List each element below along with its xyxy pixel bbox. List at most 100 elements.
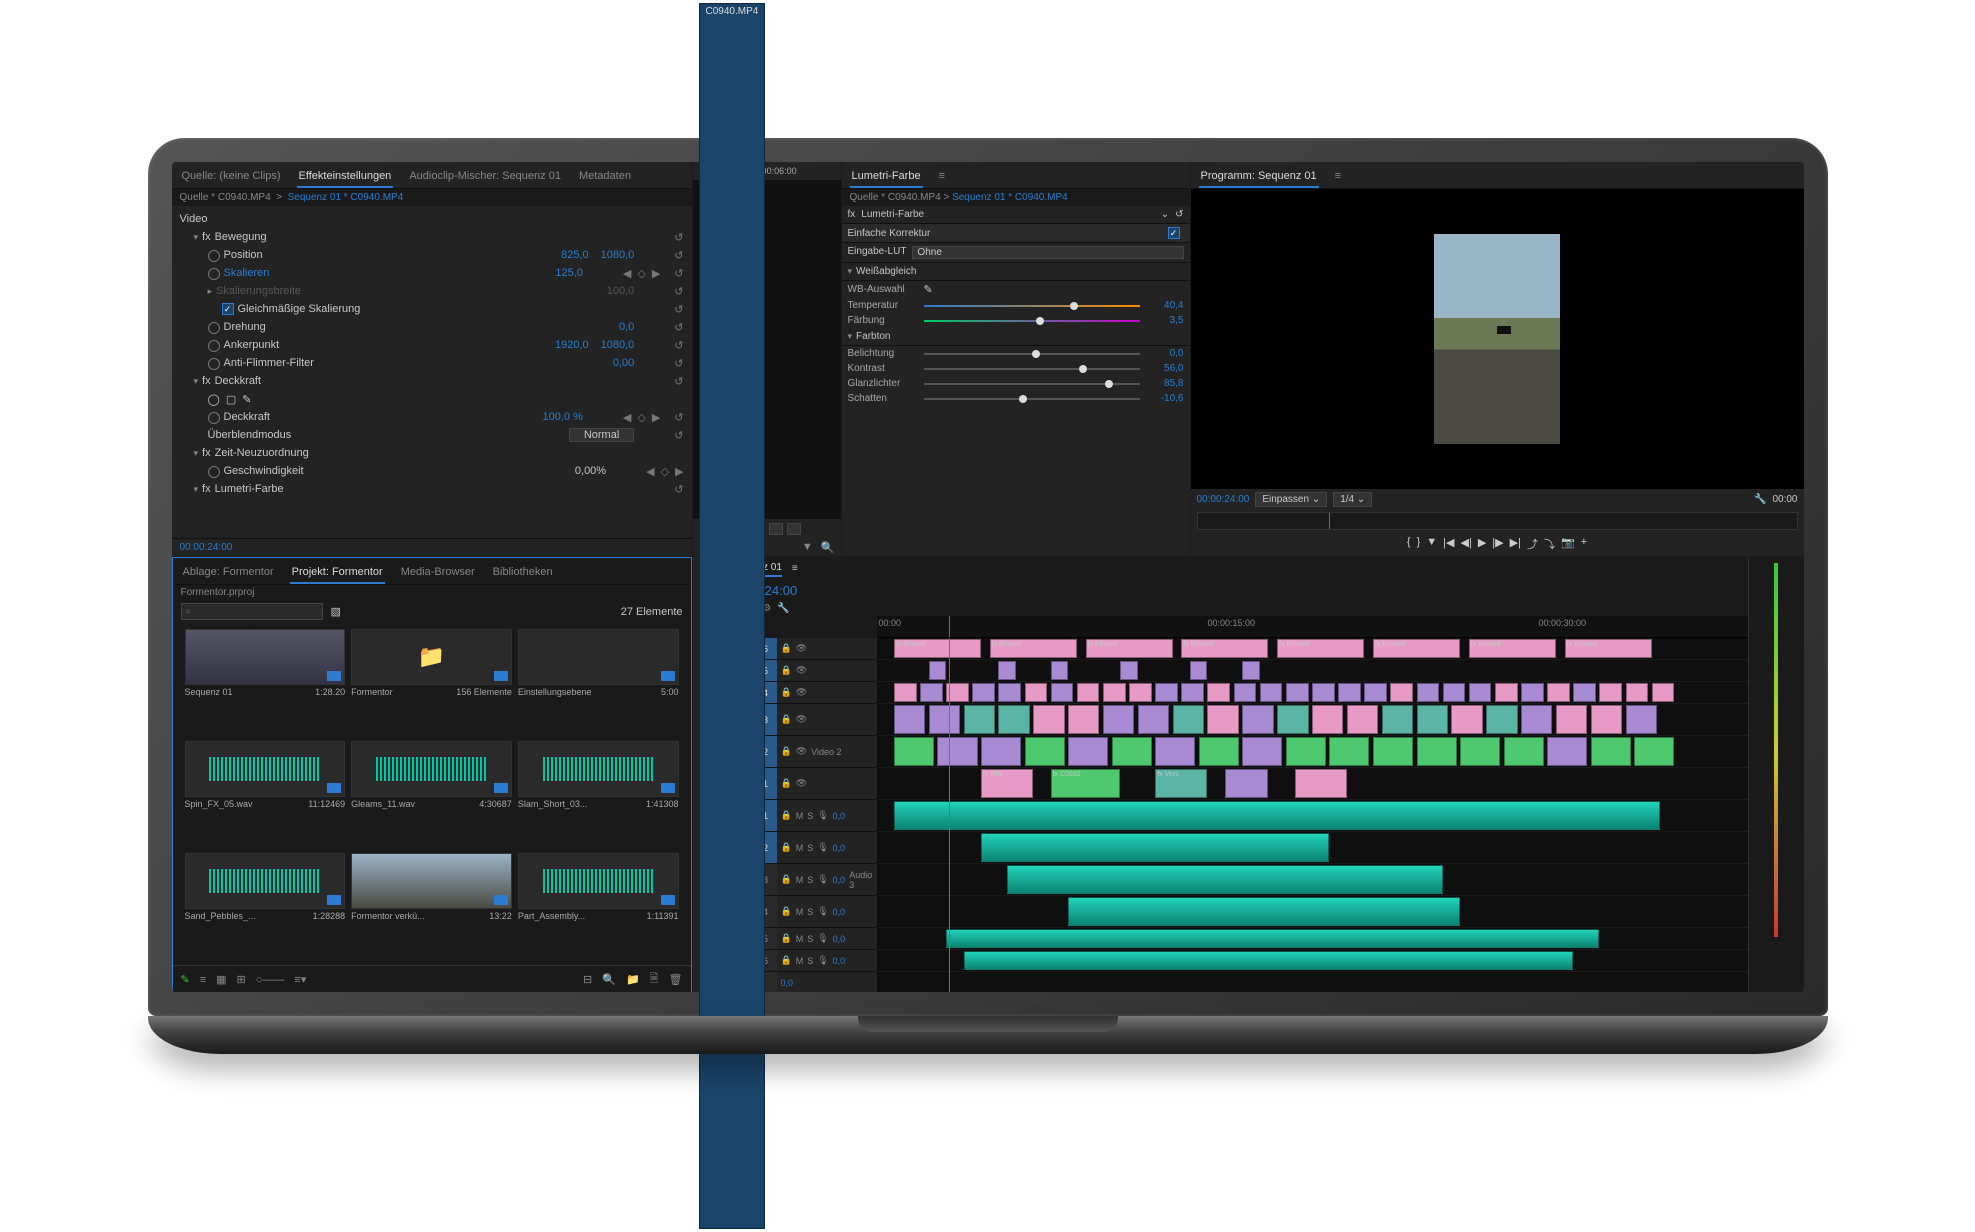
new-bin-icon[interactable]: 📁 [626, 973, 640, 986]
timeline-clip[interactable] [1521, 705, 1552, 734]
tab-effect-controls[interactable]: Effekteinstellungen [297, 166, 394, 188]
timeline-clip[interactable] [1025, 737, 1065, 766]
timeline-clip[interactable]: fx C0932 [1051, 769, 1121, 798]
playhead[interactable] [949, 616, 950, 637]
tab-source[interactable]: Quelle: (keine Clips) [180, 166, 283, 188]
timeline-clip[interactable] [1181, 683, 1204, 702]
timeline-clip[interactable] [920, 683, 943, 702]
timeline-clip[interactable] [981, 833, 1329, 862]
add-marker-icon[interactable]: ▼ [1426, 536, 1437, 552]
timeline-clip[interactable] [1486, 705, 1517, 734]
export-frame-icon[interactable]: 📷 [1561, 536, 1575, 552]
project-bin[interactable]: Gleams_11.wav4:30687 [351, 741, 512, 847]
timeline-clip[interactable] [1286, 683, 1309, 702]
timeline-clip[interactable] [1112, 737, 1152, 766]
tab-bin[interactable]: Ablage: Formentor [181, 562, 276, 584]
tab-lumetri[interactable]: Lumetri-Farbe [850, 166, 923, 188]
project-bin[interactable]: Sequenz 011:28.20 [185, 629, 346, 735]
timeline-clip[interactable] [1286, 737, 1326, 766]
timeline-clip[interactable]: fx Vers [1155, 769, 1207, 798]
timeline-clip[interactable]: fx Einstell [1086, 639, 1173, 658]
fx-zeit[interactable]: fx Zeit-Neuzuordnung [180, 444, 684, 462]
lift-icon[interactable]: ⤴ [1527, 536, 1538, 552]
reset-icon[interactable]: ↺ [1175, 209, 1183, 220]
timeline-clip[interactable] [1591, 705, 1622, 734]
timeline-clip[interactable] [1364, 683, 1387, 702]
fx-lumetri-row[interactable]: fx Lumetri-Farbe↺ [180, 480, 684, 498]
timeline-clip[interactable] [1103, 683, 1126, 702]
timeline-clip[interactable]: fx Einstell [1277, 639, 1364, 658]
timeline-clip[interactable] [1347, 705, 1378, 734]
ellipse-mask-icon[interactable]: ◯ [208, 393, 220, 406]
timeline-clip[interactable] [1460, 737, 1500, 766]
prop-position[interactable]: Position825,01080,0↺ [180, 246, 684, 264]
project-bin[interactable]: 📁Formentor156 Elemente [351, 629, 512, 735]
timeline-clip[interactable] [1382, 705, 1413, 734]
timeline-clip[interactable] [1652, 683, 1675, 702]
section-toggle[interactable]: ✓ [1168, 227, 1180, 239]
timeline-clip[interactable] [998, 683, 1021, 702]
timeline-clip[interactable] [1129, 683, 1152, 702]
timeline-clip[interactable] [1025, 683, 1048, 702]
btn-plus-icon[interactable]: + [1581, 536, 1587, 552]
timeline-clip[interactable] [1417, 683, 1440, 702]
list-view-icon[interactable]: ≡ [200, 974, 206, 986]
srcmon-btn4[interactable] [787, 523, 801, 535]
timeline-clip[interactable] [1199, 737, 1239, 766]
program-ruler[interactable] [1197, 512, 1798, 530]
timeline-clip[interactable] [1547, 683, 1570, 702]
auto-seq-icon[interactable]: ⊟ [583, 973, 592, 986]
tab-project[interactable]: Projekt: Formentor [290, 562, 385, 584]
timeline-clip[interactable]: fx Einstell [894, 639, 981, 658]
timeline-clip[interactable] [1242, 705, 1273, 734]
tab-metadata[interactable]: Metadaten [577, 166, 633, 188]
checkbox-icon[interactable]: ✓ [222, 303, 234, 315]
timeline-clip[interactable] [1547, 737, 1587, 766]
source-sequence-link[interactable]: Sequenz 01 * C0940.MP4 [288, 192, 404, 203]
slider-tint[interactable]: Färbung3,5 [842, 313, 1190, 328]
project-search-input[interactable] [181, 603, 323, 620]
timeline-clip[interactable] [1120, 661, 1137, 680]
panel-menu-icon[interactable]: ≡ [1333, 166, 1343, 188]
rect-mask-icon[interactable]: ▢ [226, 393, 236, 406]
frame-back-icon[interactable]: ◀| [1461, 536, 1472, 552]
timeline-clip[interactable] [1051, 683, 1074, 702]
pen-icon[interactable]: ✎ [181, 973, 190, 986]
chevron-down-icon[interactable]: ⌄ [1161, 209, 1169, 220]
timeline-clip[interactable] [1234, 683, 1257, 702]
program-preview[interactable] [1191, 189, 1804, 489]
lumetri-seq-link[interactable]: Sequenz 01 * C0940.MP4 [952, 192, 1068, 203]
timeline-clip[interactable] [1390, 683, 1413, 702]
timeline-clip[interactable] [894, 801, 1660, 830]
timeline-clip[interactable] [1260, 683, 1283, 702]
timeline-clip[interactable] [1417, 737, 1457, 766]
section-whitebalance[interactable]: Weißabgleich [842, 263, 1190, 281]
timeline-clip[interactable] [972, 683, 995, 702]
timeline-clip[interactable] [1591, 737, 1631, 766]
tab-audio-mixer[interactable]: Audioclip-Mischer: Sequenz 01 [407, 166, 563, 188]
timeline-clip[interactable] [1138, 705, 1169, 734]
timeline-ruler[interactable]: 00:00 00:00:15:00 00:00:30:00 [877, 616, 1748, 638]
panel-menu-icon[interactable]: ≡ [792, 563, 798, 574]
timeline-clip[interactable] [1451, 705, 1482, 734]
timeline-clip[interactable] [1173, 705, 1204, 734]
slider-shadows[interactable]: Schatten-10,6 [842, 391, 1190, 406]
timeline-clip[interactable] [1634, 737, 1674, 766]
scale-dropdown[interactable]: 1/4 ⌄ [1333, 492, 1372, 507]
prop-ankerpunkt[interactable]: Ankerpunkt1920,01080,0↺ [180, 336, 684, 354]
timeline-clip[interactable] [1242, 661, 1259, 680]
lut-dropdown[interactable]: Ohne [912, 246, 1183, 259]
project-bin[interactable]: Sand_Pebbles_...1:28288 [185, 853, 346, 959]
step-back-icon[interactable]: |◀ [1443, 536, 1454, 552]
timeline-clip[interactable] [1068, 705, 1099, 734]
timeline-clip[interactable] [1033, 705, 1064, 734]
filter-icon[interactable]: ▼ [802, 541, 813, 554]
tab-program[interactable]: Programm: Sequenz 01 [1199, 166, 1319, 188]
project-bin[interactable]: Spin_FX_05.wav11:12469 [185, 741, 346, 847]
timeline-clip[interactable] [1068, 737, 1108, 766]
slider-exposure[interactable]: Belichtung0,0 [842, 346, 1190, 361]
timeline-clip[interactable] [1207, 705, 1238, 734]
timeline-clip[interactable] [1504, 737, 1544, 766]
frame-fwd-icon[interactable]: |▶ [1492, 536, 1503, 552]
fit-dropdown[interactable]: Einpassen ⌄ [1255, 492, 1327, 507]
